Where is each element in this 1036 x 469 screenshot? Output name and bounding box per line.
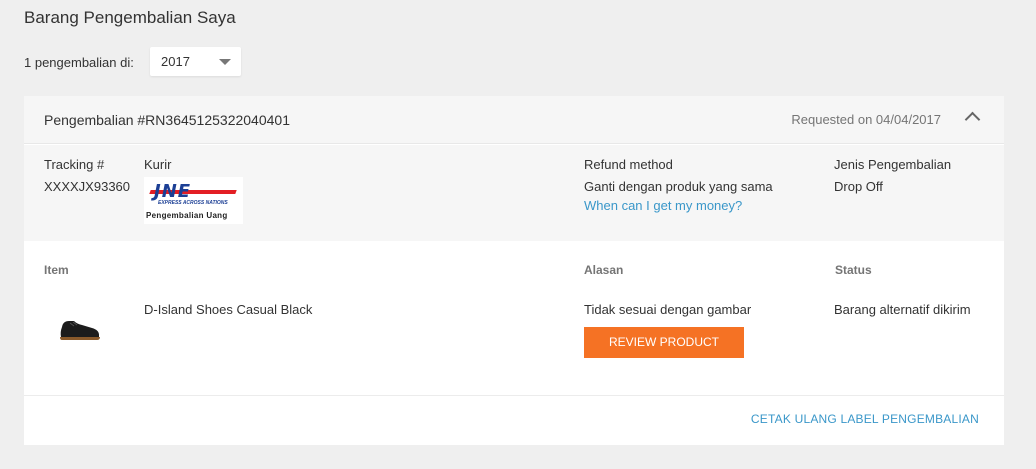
chevron-up-icon[interactable] <box>964 111 981 128</box>
return-type-label: Jenis Pengembalian <box>834 157 952 172</box>
item-column-header: Item <box>44 263 69 277</box>
product-image[interactable] <box>56 315 102 345</box>
refund-method-value: Ganti dengan produk yang sama <box>584 179 773 194</box>
return-info-section: Tracking # XXXXJX93360 Kurir JNE EXPRESS… <box>24 145 1004 241</box>
jne-logo-tagline: EXPRESS ACROSS NATIONS <box>158 200 228 206</box>
tracking-label: Tracking # <box>44 157 105 172</box>
courier-label: Kurir <box>144 157 172 172</box>
year-select[interactable]: 2017 <box>150 47 241 76</box>
return-id: Pengembalian #RN3645125322040401 <box>44 112 290 128</box>
return-card: Pengembalian #RN3645125322040401 Request… <box>24 96 1004 445</box>
status-column-header: Status <box>835 263 872 277</box>
return-status: Barang alternatif dikirim <box>834 302 971 317</box>
jne-logo: JNE EXPRESS ACROSS NATIONS Pengembalian … <box>144 177 243 224</box>
requested-date: Requested on 04/04/2017 <box>791 112 941 127</box>
return-card-header[interactable]: Pengembalian #RN3645125322040401 Request… <box>24 96 1004 144</box>
return-count-label: 1 pengembalian di: <box>24 55 134 70</box>
tracking-number: XXXXJX93360 <box>44 179 131 194</box>
review-product-button[interactable]: REVIEW PRODUCT <box>584 327 744 358</box>
reason-column-header: Alasan <box>584 263 624 277</box>
jne-logo-mark: JNE <box>154 181 192 202</box>
jne-logo-subtitle: Pengembalian Uang <box>146 211 228 220</box>
page-title: Barang Pengembalian Saya <box>24 8 236 27</box>
refund-method-label: Refund method <box>584 157 673 172</box>
caret-down-icon <box>219 59 231 65</box>
year-select-value: 2017 <box>161 54 190 69</box>
reprint-return-label-link[interactable]: CETAK ULANG LABEL PENGEMBALIAN <box>751 412 979 426</box>
divider <box>24 395 1004 396</box>
product-name[interactable]: D-Island Shoes Casual Black <box>144 302 312 317</box>
refund-timing-link[interactable]: When can I get my money? <box>584 198 742 213</box>
return-reason: Tidak sesuai dengan gambar <box>584 302 752 317</box>
return-type-value: Drop Off <box>834 179 883 194</box>
